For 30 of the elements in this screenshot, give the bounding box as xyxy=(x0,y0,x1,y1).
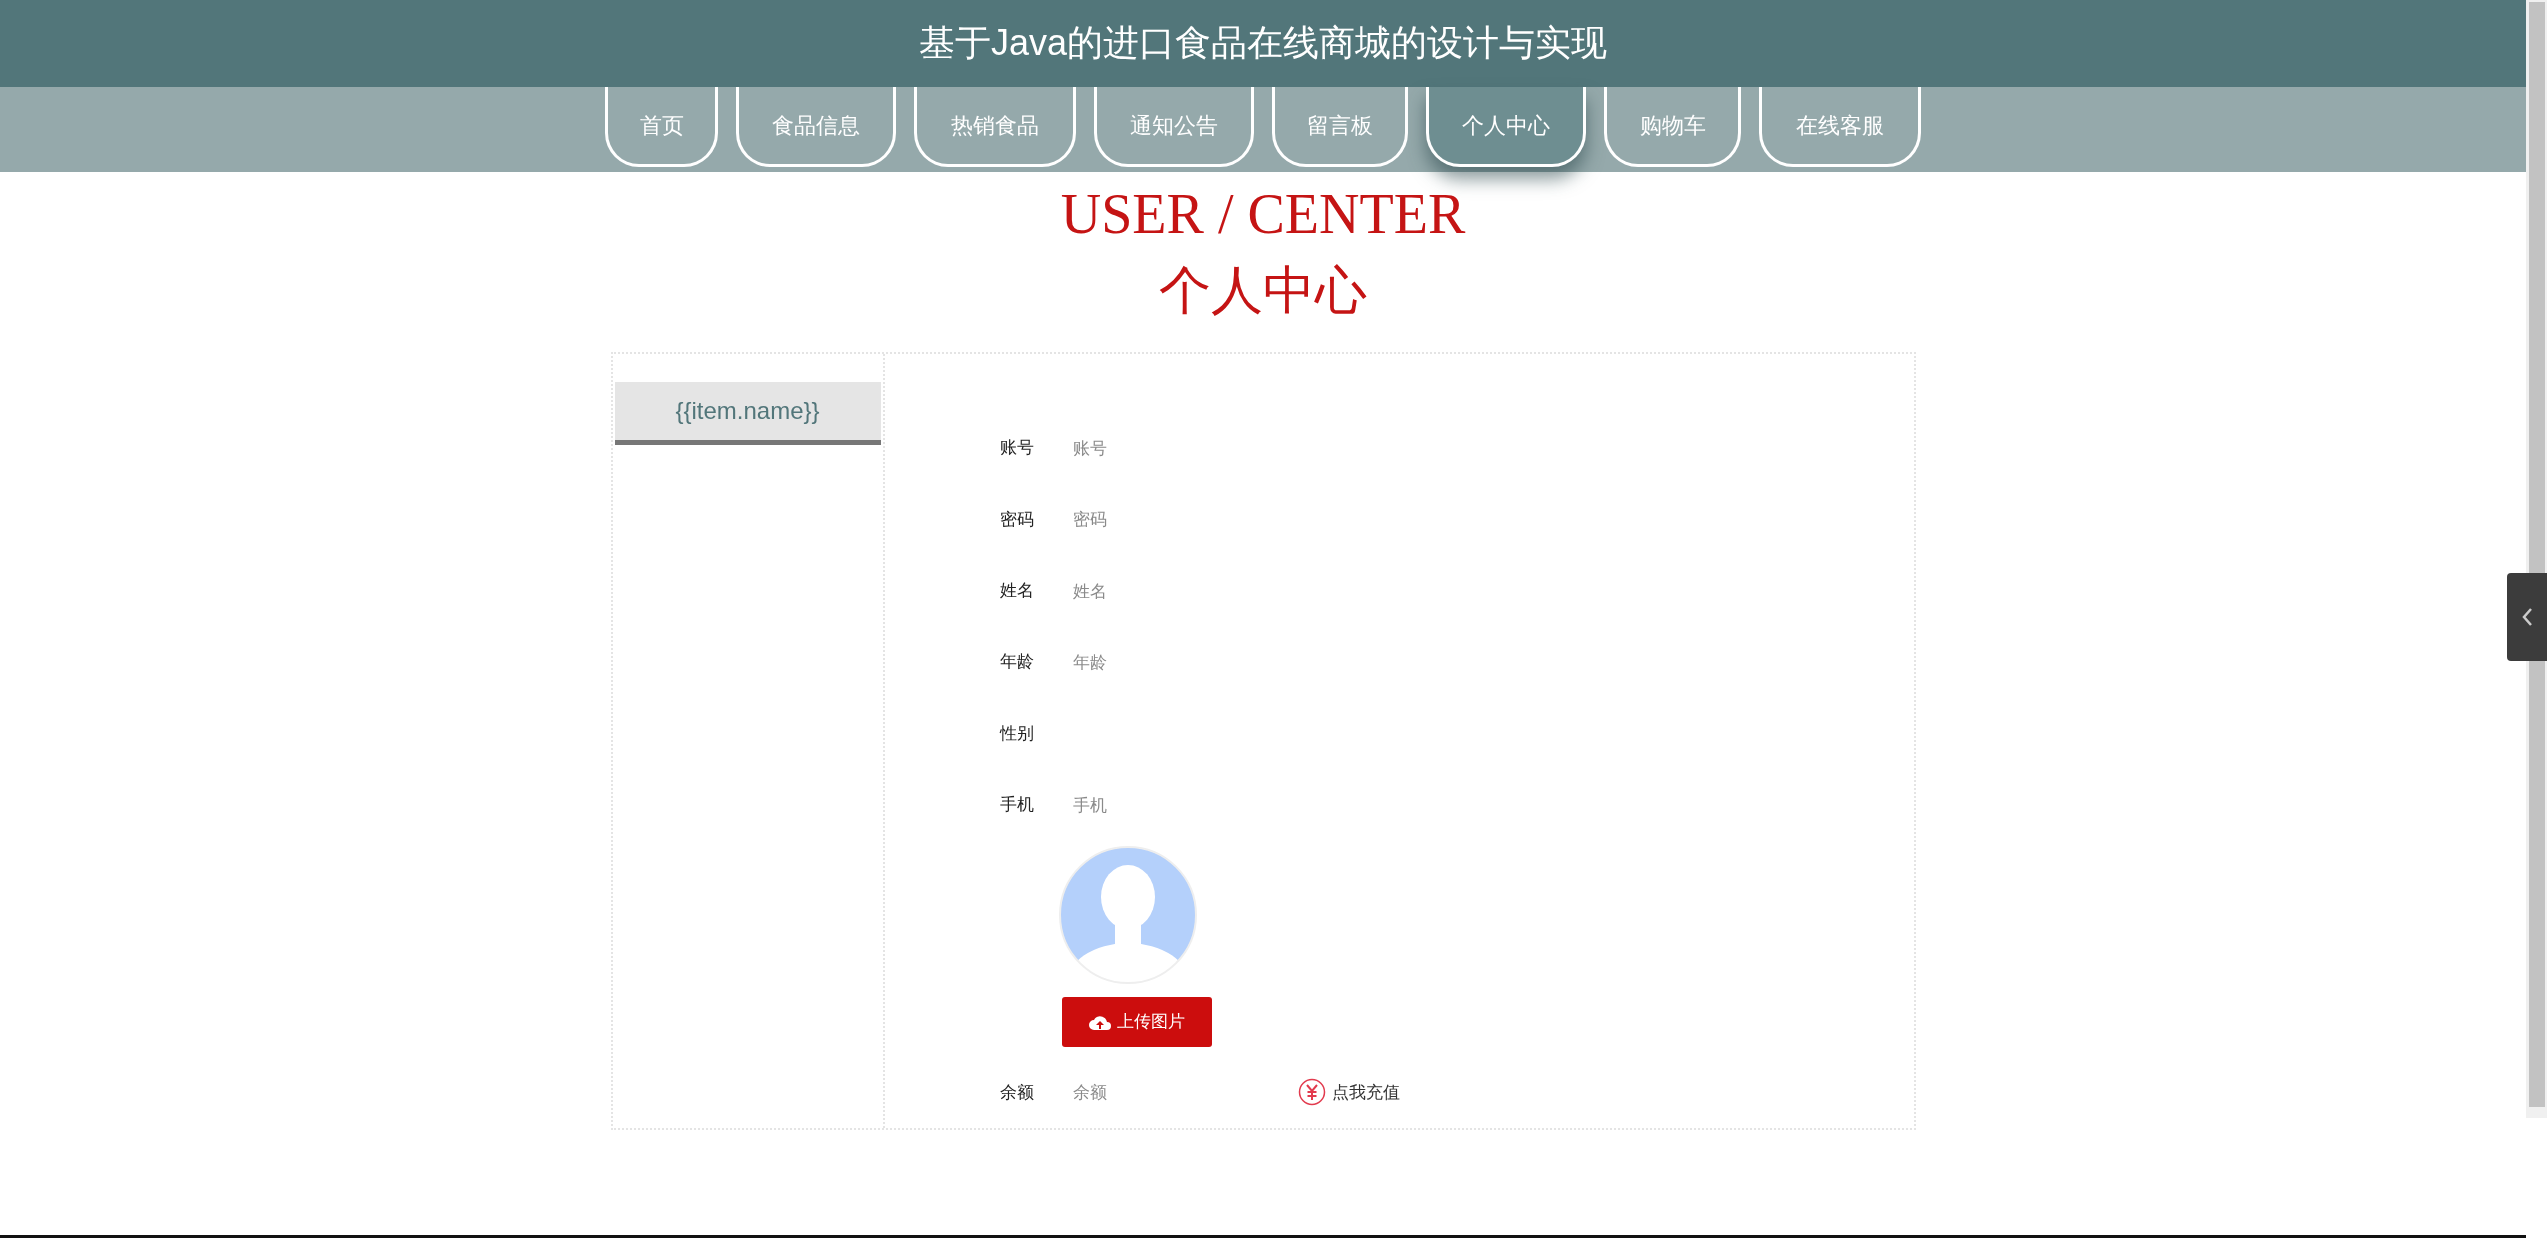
recharge-link[interactable]: 点我充值 xyxy=(1297,1078,1400,1107)
input-field[interactable]: 账号 xyxy=(1072,427,1453,468)
input-field[interactable]: 年龄 xyxy=(1072,641,1453,682)
chevron-left-icon xyxy=(2521,607,2533,627)
field-label: 账号 xyxy=(999,436,1035,460)
input-field[interactable]: 密码 xyxy=(1072,499,1453,540)
field-label: 余额 xyxy=(999,1080,1035,1104)
nav-tab[interactable]: 通知公告 xyxy=(1094,87,1254,167)
page-title-english: USER / CENTER xyxy=(1060,182,1466,247)
field-label: 姓名 xyxy=(999,579,1035,603)
site-title: 基于Java的进口食品在线商城的设计与实现 xyxy=(918,21,1607,65)
nav-tab[interactable]: 留言板 xyxy=(1272,87,1408,167)
nav-tab[interactable]: 在线客服 xyxy=(1759,87,1921,167)
nav-tab[interactable]: 购物车 xyxy=(1604,87,1741,167)
input-field[interactable]: 姓名 xyxy=(1072,570,1453,611)
nav-tab[interactable]: 首页 xyxy=(605,87,718,167)
side-toggle-button[interactable] xyxy=(2507,573,2547,661)
field-label: 密码 xyxy=(999,507,1035,531)
nav-tab[interactable]: 个人中心 xyxy=(1426,87,1586,167)
field-label: 年龄 xyxy=(999,650,1035,674)
yuan-icon xyxy=(1297,1078,1326,1107)
field-label: 手机 xyxy=(999,793,1035,817)
input-field[interactable]: 手机 xyxy=(1072,784,1453,825)
upload-button[interactable]: 上传图片 xyxy=(1061,996,1212,1047)
nav-tab[interactable]: 食品信息 xyxy=(736,87,896,167)
sidebar-item[interactable]: {{item.name}} xyxy=(614,382,881,445)
page-title: 个人中心 xyxy=(1159,259,1367,322)
field-label: 性别 xyxy=(999,721,1035,745)
scrollbar[interactable] xyxy=(2526,0,2547,1118)
nav-tab[interactable]: 热销食品 xyxy=(914,87,1076,167)
